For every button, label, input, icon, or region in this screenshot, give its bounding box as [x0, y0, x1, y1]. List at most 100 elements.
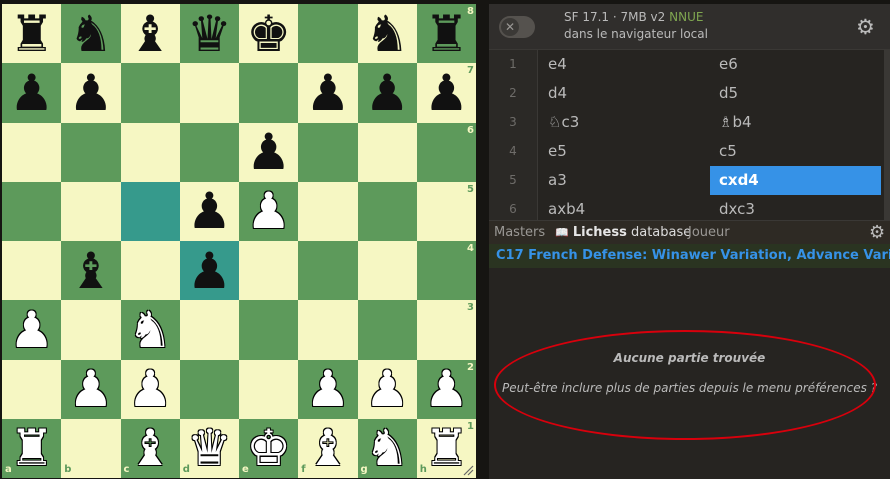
tab-lichess-bold: Lichess [572, 225, 627, 240]
white-knight-piece[interactable]: ♞ [121, 300, 180, 359]
square-a5[interactable] [2, 181, 62, 241]
black-pawn-piece[interactable]: ♟ [180, 241, 239, 300]
square-g6[interactable] [357, 122, 417, 182]
white-move[interactable]: d4 [539, 79, 709, 108]
black-rook-piece[interactable]: ♜ [417, 4, 476, 63]
black-knight-piece[interactable]: ♞ [61, 4, 120, 63]
black-knight-piece[interactable]: ♞ [358, 4, 417, 63]
square-g4[interactable] [357, 241, 417, 301]
white-queen-piece[interactable]: ♛ [180, 419, 239, 478]
close-icon: ✕ [501, 18, 519, 36]
opening-name-link[interactable]: C17 French Defense: Winawer Variation, A… [489, 244, 890, 268]
move-row: 5 a3 cxd4 [489, 166, 890, 195]
move-number: 5 [489, 166, 538, 195]
white-pawn-piece[interactable]: ♟ [239, 182, 298, 241]
square-c5[interactable] [120, 181, 180, 241]
black-pawn-piece[interactable]: ♟ [2, 63, 61, 122]
square-e4[interactable] [239, 241, 299, 301]
move-row: 3 ♘c3 ♗b4 [489, 108, 890, 137]
square-f3[interactable] [298, 300, 358, 360]
square-e2[interactable] [239, 359, 299, 419]
white-pawn-piece[interactable]: ♟ [2, 300, 61, 359]
white-move[interactable]: axb4 [539, 195, 709, 220]
square-c7[interactable] [120, 63, 180, 123]
square-e7[interactable] [239, 63, 299, 123]
square-a2[interactable] [2, 359, 62, 419]
square-c4[interactable] [120, 241, 180, 301]
white-move[interactable]: ♘c3 [539, 108, 709, 137]
square-b3[interactable] [61, 300, 121, 360]
black-move[interactable]: ♗b4 [710, 108, 881, 137]
analysis-panel: ✕ SF 17.1 · 7MB v2 NNUE dans le navigate… [489, 4, 890, 479]
file-label: b [64, 464, 72, 475]
rank-label: 4 [467, 243, 474, 254]
move-number: 4 [489, 137, 538, 166]
engine-toggle[interactable]: ✕ [499, 16, 535, 38]
white-bishop-piece[interactable]: ♝ [298, 419, 357, 478]
black-pawn-piece[interactable]: ♟ [298, 63, 357, 122]
black-queen-piece[interactable]: ♛ [180, 4, 239, 63]
square-d3[interactable] [179, 300, 239, 360]
white-pawn-piece[interactable]: ♟ [121, 360, 180, 419]
white-pawn-piece[interactable]: ♟ [61, 360, 120, 419]
rank-label: 3 [467, 302, 474, 314]
square-f8[interactable] [298, 4, 358, 64]
board-resize-handle[interactable] [462, 464, 474, 476]
black-move[interactable]: cxd4 [710, 166, 881, 195]
white-move[interactable]: e4 [539, 50, 709, 79]
explorer-tabs: Masters 📖 Lichess database Joueur ⚙ [489, 220, 890, 244]
explorer-settings-gear-icon[interactable]: ⚙ [869, 222, 885, 243]
square-f4[interactable] [298, 241, 358, 301]
no-games-title: Aucune partie trouvée [613, 351, 766, 365]
white-knight-piece[interactable]: ♞ [358, 419, 417, 478]
black-pawn-piece[interactable]: ♟ [358, 63, 417, 122]
black-pawn-piece[interactable]: ♟ [180, 182, 239, 241]
square-c6[interactable] [120, 122, 180, 182]
square-f6[interactable] [298, 122, 358, 182]
white-move[interactable]: a3 [539, 166, 709, 195]
white-move[interactable]: e5 [539, 137, 709, 166]
square-f5[interactable] [298, 181, 358, 241]
square-e3[interactable] [239, 300, 299, 360]
tab-player[interactable]: Joueur [688, 221, 730, 245]
white-pawn-piece[interactable]: ♟ [417, 360, 476, 419]
white-king-piece[interactable]: ♚ [239, 419, 298, 478]
square-d7[interactable] [179, 63, 239, 123]
chessboard[interactable]: 8 7 6 5 4 3 2 a b c d e f g 1 h ♜ ♞ ♝ ♛ ♚ ♞ ♜ ♟ ♟ ♟ ♟ ♟ ♟ ♟ ♟ ♝ ♟ ♟ ♞ ♟ ♟ ♟ ♟ ♟… [2, 4, 476, 478]
square-d2[interactable] [179, 359, 239, 419]
tab-masters[interactable]: Masters [494, 221, 545, 245]
tab-lichess-rest: database [626, 225, 692, 240]
square-b6[interactable] [61, 122, 121, 182]
rank-label: 6 [467, 124, 474, 136]
white-pawn-piece[interactable]: ♟ [358, 360, 417, 419]
move-number: 1 [489, 50, 538, 79]
engine-subtitle: dans le navigateur local [564, 27, 708, 41]
black-king-piece[interactable]: ♚ [239, 4, 298, 63]
square-g3[interactable] [357, 300, 417, 360]
black-move[interactable]: c5 [710, 137, 881, 166]
square-g5[interactable] [357, 181, 417, 241]
white-bishop-piece[interactable]: ♝ [121, 419, 180, 478]
black-pawn-piece[interactable]: ♟ [61, 63, 120, 122]
square-a4[interactable] [2, 241, 62, 301]
engine-header: ✕ SF 17.1 · 7MB v2 NNUE dans le navigate… [489, 4, 890, 50]
black-bishop-piece[interactable]: ♝ [121, 4, 180, 63]
square-a6[interactable] [2, 122, 62, 182]
black-move[interactable]: d5 [710, 79, 881, 108]
square-b5[interactable] [61, 181, 121, 241]
black-bishop-piece[interactable]: ♝ [61, 241, 120, 300]
engine-settings-gear-icon[interactable]: ⚙ [856, 15, 875, 39]
move-row: 1 e4 e6 [489, 50, 890, 79]
black-pawn-piece[interactable]: ♟ [417, 63, 476, 122]
move-row: 2 d4 d5 [489, 79, 890, 108]
black-pawn-piece[interactable]: ♟ [239, 123, 298, 182]
black-move[interactable]: e6 [710, 50, 881, 79]
white-pawn-piece[interactable]: ♟ [298, 360, 357, 419]
black-move[interactable]: dxc3 [710, 195, 881, 220]
move-list-scrollbar[interactable] [884, 50, 890, 220]
black-rook-piece[interactable]: ♜ [2, 4, 61, 63]
white-rook-piece[interactable]: ♜ [2, 419, 61, 478]
square-d6[interactable] [179, 122, 239, 182]
tab-lichess-database[interactable]: 📖 Lichess database [555, 221, 691, 245]
move-number: 2 [489, 79, 538, 108]
